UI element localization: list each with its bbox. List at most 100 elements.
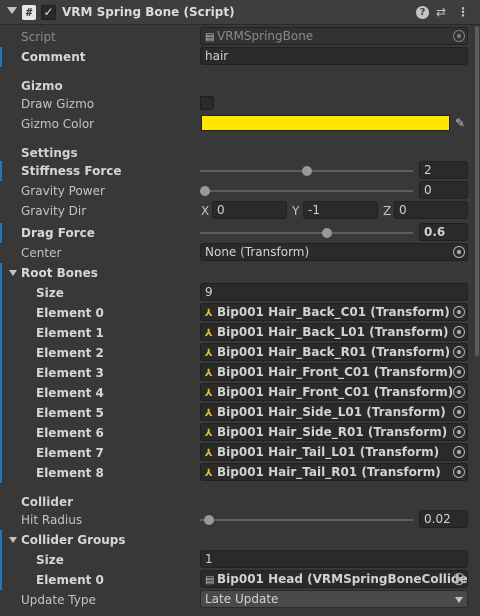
object-picker-icon[interactable] xyxy=(453,573,465,585)
root-bones-size-input[interactable]: 9 xyxy=(200,283,468,301)
settings-header: Settings xyxy=(21,146,78,160)
root-bone-element-label: Element 2 xyxy=(36,346,104,360)
collider-groups-row[interactable]: Collider Groups xyxy=(0,530,474,550)
root-bone-element-value: Bip001 Hair_Tail_R01 (Transform) xyxy=(217,465,441,479)
comment-row: Comment hair xyxy=(0,47,474,67)
modified-mark xyxy=(0,530,2,550)
root-bone-element-label: Element 7 xyxy=(36,446,104,460)
root-bones-size-row: Size 9 xyxy=(0,283,474,303)
root-bones-size-label: Size xyxy=(36,286,64,300)
gravity-dir-x-label: X xyxy=(201,204,210,218)
settings-section: Settings xyxy=(0,143,474,163)
stiffness-input[interactable]: 2 xyxy=(419,161,468,179)
collider-group-element-row: Element 0 ▤ Bip001 Head (VRMSpringBoneCol… xyxy=(0,570,474,590)
gravity-dir-y-input[interactable]: -1 xyxy=(303,201,378,219)
object-picker-icon[interactable] xyxy=(453,326,465,338)
script-field: ▤ VRMSpringBone xyxy=(200,27,468,45)
modified-mark xyxy=(0,570,2,590)
presets-icon[interactable]: ⇄ xyxy=(434,5,448,19)
object-picker-icon[interactable] xyxy=(453,446,465,458)
root-bone-element-field[interactable]: ⅄ Bip001 Hair_Side_R01 (Transform) xyxy=(200,423,468,441)
root-bone-element-row: Element 4 ⅄ Bip001 Hair_Front_C01 (Transfo… xyxy=(0,383,474,403)
root-bone-element-field[interactable]: ⅄ Bip001 Hair_Front_C01 (Transform) xyxy=(200,363,468,381)
object-picker-icon[interactable] xyxy=(453,426,465,438)
modified-mark xyxy=(0,263,2,283)
transform-icon: ⅄ xyxy=(205,468,213,479)
object-picker-icon[interactable] xyxy=(453,346,465,358)
drag-slider-knob[interactable] xyxy=(321,228,332,238)
component-header[interactable]: # ✓ VRM Spring Bone (Script) ? ⇄ ⋮ xyxy=(0,0,480,25)
root-bone-element-field[interactable]: ⅄ Bip001 Hair_Tail_R01 (Transform) xyxy=(200,463,468,481)
root-bone-element-label: Element 3 xyxy=(36,366,104,380)
modified-mark xyxy=(0,443,2,463)
root-bone-element-label: Element 4 xyxy=(36,386,104,400)
object-picker-icon[interactable] xyxy=(453,406,465,418)
gravity-dir-row: Gravity Dir X 0 Y -1 Z 0 xyxy=(0,201,474,221)
comment-input[interactable]: hair xyxy=(200,47,468,65)
draw-gizmo-checkbox[interactable] xyxy=(200,96,214,110)
root-bone-element-field[interactable]: ⅄ Bip001 Hair_Back_C01 (Transform) xyxy=(200,303,468,321)
foldout-arrow-icon[interactable] xyxy=(7,7,17,14)
context-menu-icon[interactable]: ⋮ xyxy=(456,5,470,19)
root-bone-element-row: Element 8 ⅄ Bip001 Hair_Tail_R01 (Transfor… xyxy=(0,463,474,483)
root-bone-element-value: Bip001 Hair_Back_R01 (Transform) xyxy=(217,345,451,359)
object-picker-icon[interactable] xyxy=(453,386,465,398)
script-file-icon: ▤ xyxy=(205,575,215,586)
hit-radius-slider-knob[interactable] xyxy=(204,515,215,525)
root-bone-element-value: Bip001 Hair_Side_L01 (Transform) xyxy=(217,405,446,419)
object-picker-icon[interactable] xyxy=(453,466,465,478)
hit-radius-slider-track[interactable] xyxy=(200,519,413,521)
eyedropper-icon[interactable]: ✎ xyxy=(455,116,465,130)
root-bone-element-row: Element 6 ⅄ Bip001 Hair_Side_R01 (Transfor… xyxy=(0,423,474,443)
script-picker-icon xyxy=(453,30,465,42)
hit-radius-input[interactable]: 0.02 xyxy=(419,510,468,528)
gravity-dir-x-input[interactable]: 0 xyxy=(212,201,287,219)
center-row: Center None (Transform) xyxy=(0,243,474,263)
root-bone-element-field[interactable]: ⅄ Bip001 Hair_Side_L01 (Transform) xyxy=(200,403,468,421)
root-bone-element-field[interactable]: ⅄ Bip001 Hair_Front_C01 (Transform) xyxy=(200,383,468,401)
modified-mark xyxy=(0,161,2,181)
drag-label: Drag Force xyxy=(21,226,95,240)
component-enabled-checkbox[interactable]: ✓ xyxy=(41,5,56,20)
chevron-down-icon xyxy=(455,597,463,603)
gravity-dir-z-input[interactable]: 0 xyxy=(394,201,468,219)
modified-mark xyxy=(0,223,2,243)
root-bones-label: Root Bones xyxy=(21,266,98,280)
comment-label: Comment xyxy=(21,50,86,64)
scrollbar-thumb[interactable] xyxy=(475,26,479,356)
help-icon[interactable]: ? xyxy=(416,6,429,19)
gravity-power-slider-knob[interactable] xyxy=(200,186,210,196)
gravity-dir-label: Gravity Dir xyxy=(21,204,87,218)
collider-groups-size-input[interactable]: 1 xyxy=(200,550,468,568)
root-bones-row[interactable]: Root Bones xyxy=(0,263,474,283)
center-field[interactable]: None (Transform) xyxy=(200,243,468,261)
object-picker-icon[interactable] xyxy=(453,366,465,378)
gravity-power-slider-track[interactable] xyxy=(200,190,413,192)
stiffness-slider-knob[interactable] xyxy=(301,166,312,176)
foldout-arrow-icon[interactable] xyxy=(9,270,17,276)
gravity-power-input[interactable]: 0 xyxy=(419,181,468,199)
root-bone-element-field[interactable]: ⅄ Bip001 Hair_Back_L01 (Transform) xyxy=(200,323,468,341)
root-bone-element-field[interactable]: ⅄ Bip001 Hair_Tail_L01 (Transform) xyxy=(200,443,468,461)
foldout-arrow-icon[interactable] xyxy=(9,537,17,543)
transform-icon: ⅄ xyxy=(205,428,213,439)
object-picker-icon[interactable] xyxy=(453,306,465,318)
object-picker-icon[interactable] xyxy=(453,246,465,258)
drag-slider-track[interactable] xyxy=(200,232,413,234)
update-type-row: Update Type Late Update xyxy=(0,590,474,610)
scrollbar[interactable] xyxy=(474,26,480,616)
root-bone-element-value: Bip001 Hair_Side_R01 (Transform) xyxy=(217,425,448,439)
root-bone-element-field[interactable]: ⅄ Bip001 Hair_Back_R01 (Transform) xyxy=(200,343,468,361)
root-bone-element-value: Bip001 Hair_Front_C01 (Transform) xyxy=(217,385,454,399)
modified-mark xyxy=(0,343,2,363)
update-type-dropdown[interactable]: Late Update xyxy=(200,590,468,608)
drag-input[interactable]: 0.6 xyxy=(419,223,468,241)
transform-icon: ⅄ xyxy=(205,368,213,379)
root-bone-element-label: Element 5 xyxy=(36,406,104,420)
collider-group-element-field[interactable]: ▤ Bip001 Head (VRMSpringBoneColliderG xyxy=(200,570,468,588)
collider-section: Collider xyxy=(0,492,474,512)
gizmo-color-swatch[interactable] xyxy=(201,115,450,131)
root-bone-element-row: Element 0 ⅄ Bip001 Hair_Back_C01 (Transfor… xyxy=(0,303,474,323)
root-bone-element-value: Bip001 Hair_Back_C01 (Transform) xyxy=(217,305,450,319)
script-file-icon: ▤ xyxy=(205,32,215,43)
